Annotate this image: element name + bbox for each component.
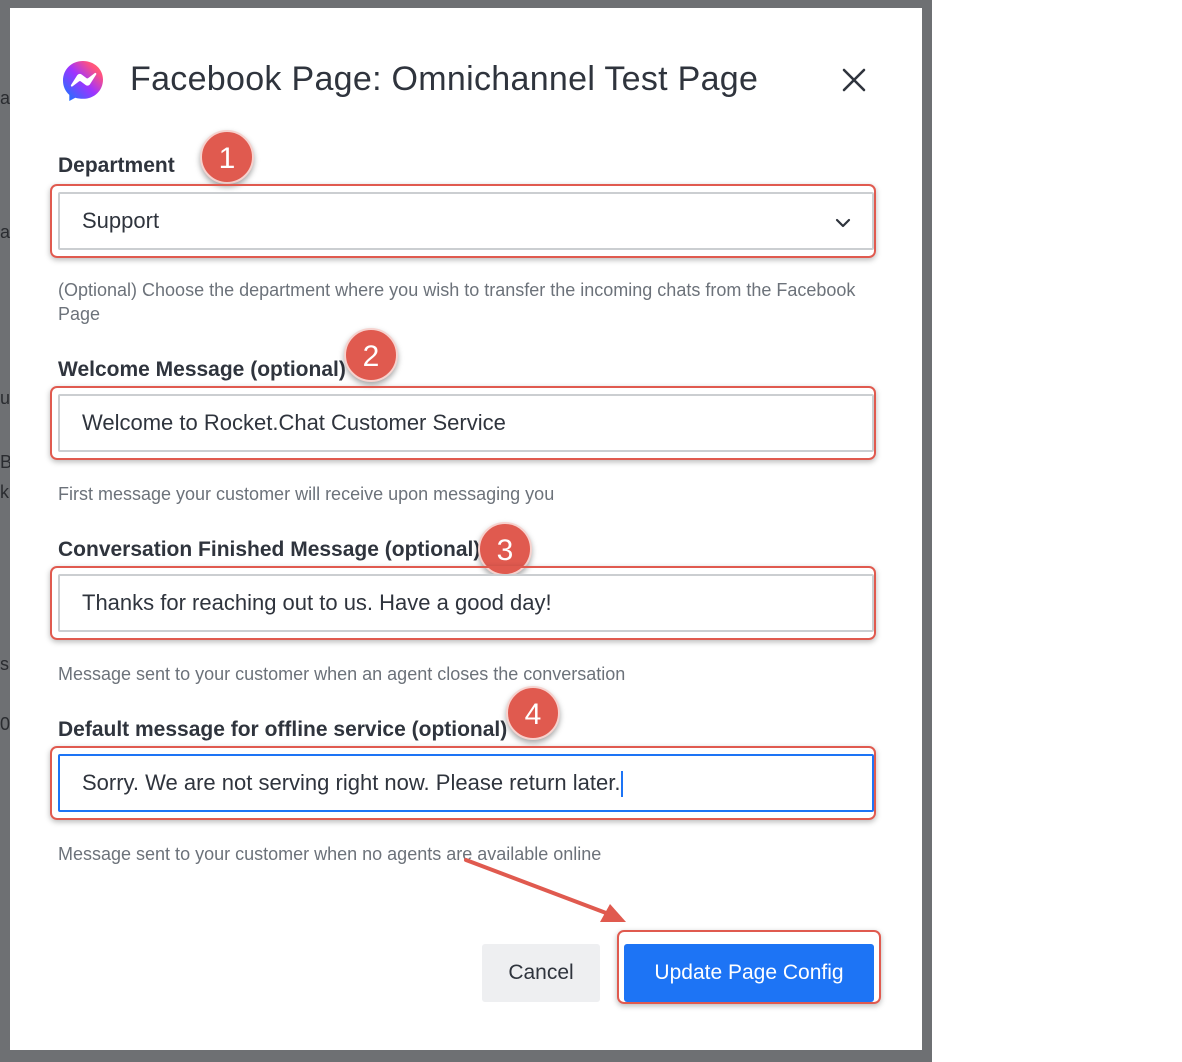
welcome-message-input[interactable]: Welcome to Rocket.Chat Customer Service <box>58 394 874 452</box>
background-text: u <box>0 388 10 408</box>
department-hint: (Optional) Choose the department where y… <box>58 280 856 324</box>
background-text: a <box>0 88 10 108</box>
finished-message-input[interactable]: Thanks for reaching out to us. Have a go… <box>58 574 874 632</box>
welcome-message-value: Welcome to Rocket.Chat Customer Service <box>82 410 506 435</box>
annotation-badge-4: 4 <box>506 686 560 740</box>
welcome-message-hint: First message your customer will receive… <box>58 484 555 504</box>
offline-message-hint: Message sent to your customer when no ag… <box>58 844 602 864</box>
facebook-page-config-dialog: Facebook Page: Omnichannel Test Page Dep… <box>10 8 922 1050</box>
annotation-arrow <box>464 858 626 922</box>
close-icon[interactable] <box>838 64 870 96</box>
offline-message-label: Default message for offline service (opt… <box>58 718 508 741</box>
department-select[interactable]: Support <box>58 192 874 250</box>
offline-message-input[interactable]: Sorry. We are not serving right now. Ple… <box>58 754 874 812</box>
department-label: Department <box>58 154 175 177</box>
welcome-message-label: Welcome Message (optional) <box>58 358 346 381</box>
text-cursor <box>621 771 624 798</box>
finished-message-value: Thanks for reaching out to us. Have a go… <box>82 590 552 615</box>
background-text: k <box>0 482 9 502</box>
background-text: B <box>0 452 10 472</box>
finished-message-hint: Message sent to your customer when an ag… <box>58 664 626 684</box>
dialog-header: Facebook Page: Omnichannel Test Page <box>60 58 872 118</box>
messenger-icon <box>63 61 103 101</box>
annotation-badge-1: 1 <box>200 130 254 184</box>
finished-message-label: Conversation Finished Message (optional) <box>58 538 481 561</box>
department-selected-value: Support <box>82 208 160 233</box>
offline-message-value: Sorry. We are not serving right now. Ple… <box>82 770 621 795</box>
chevron-down-icon <box>835 218 851 228</box>
background-text: s <box>0 654 9 674</box>
update-page-config-button[interactable]: Update Page Config <box>624 944 874 1002</box>
background-text: a <box>0 222 10 242</box>
background-text: 0 <box>0 714 10 734</box>
dialog-title: Facebook Page: Omnichannel Test Page <box>130 60 759 98</box>
annotation-badge-2: 2 <box>344 328 398 382</box>
cancel-button[interactable]: Cancel <box>482 944 600 1002</box>
